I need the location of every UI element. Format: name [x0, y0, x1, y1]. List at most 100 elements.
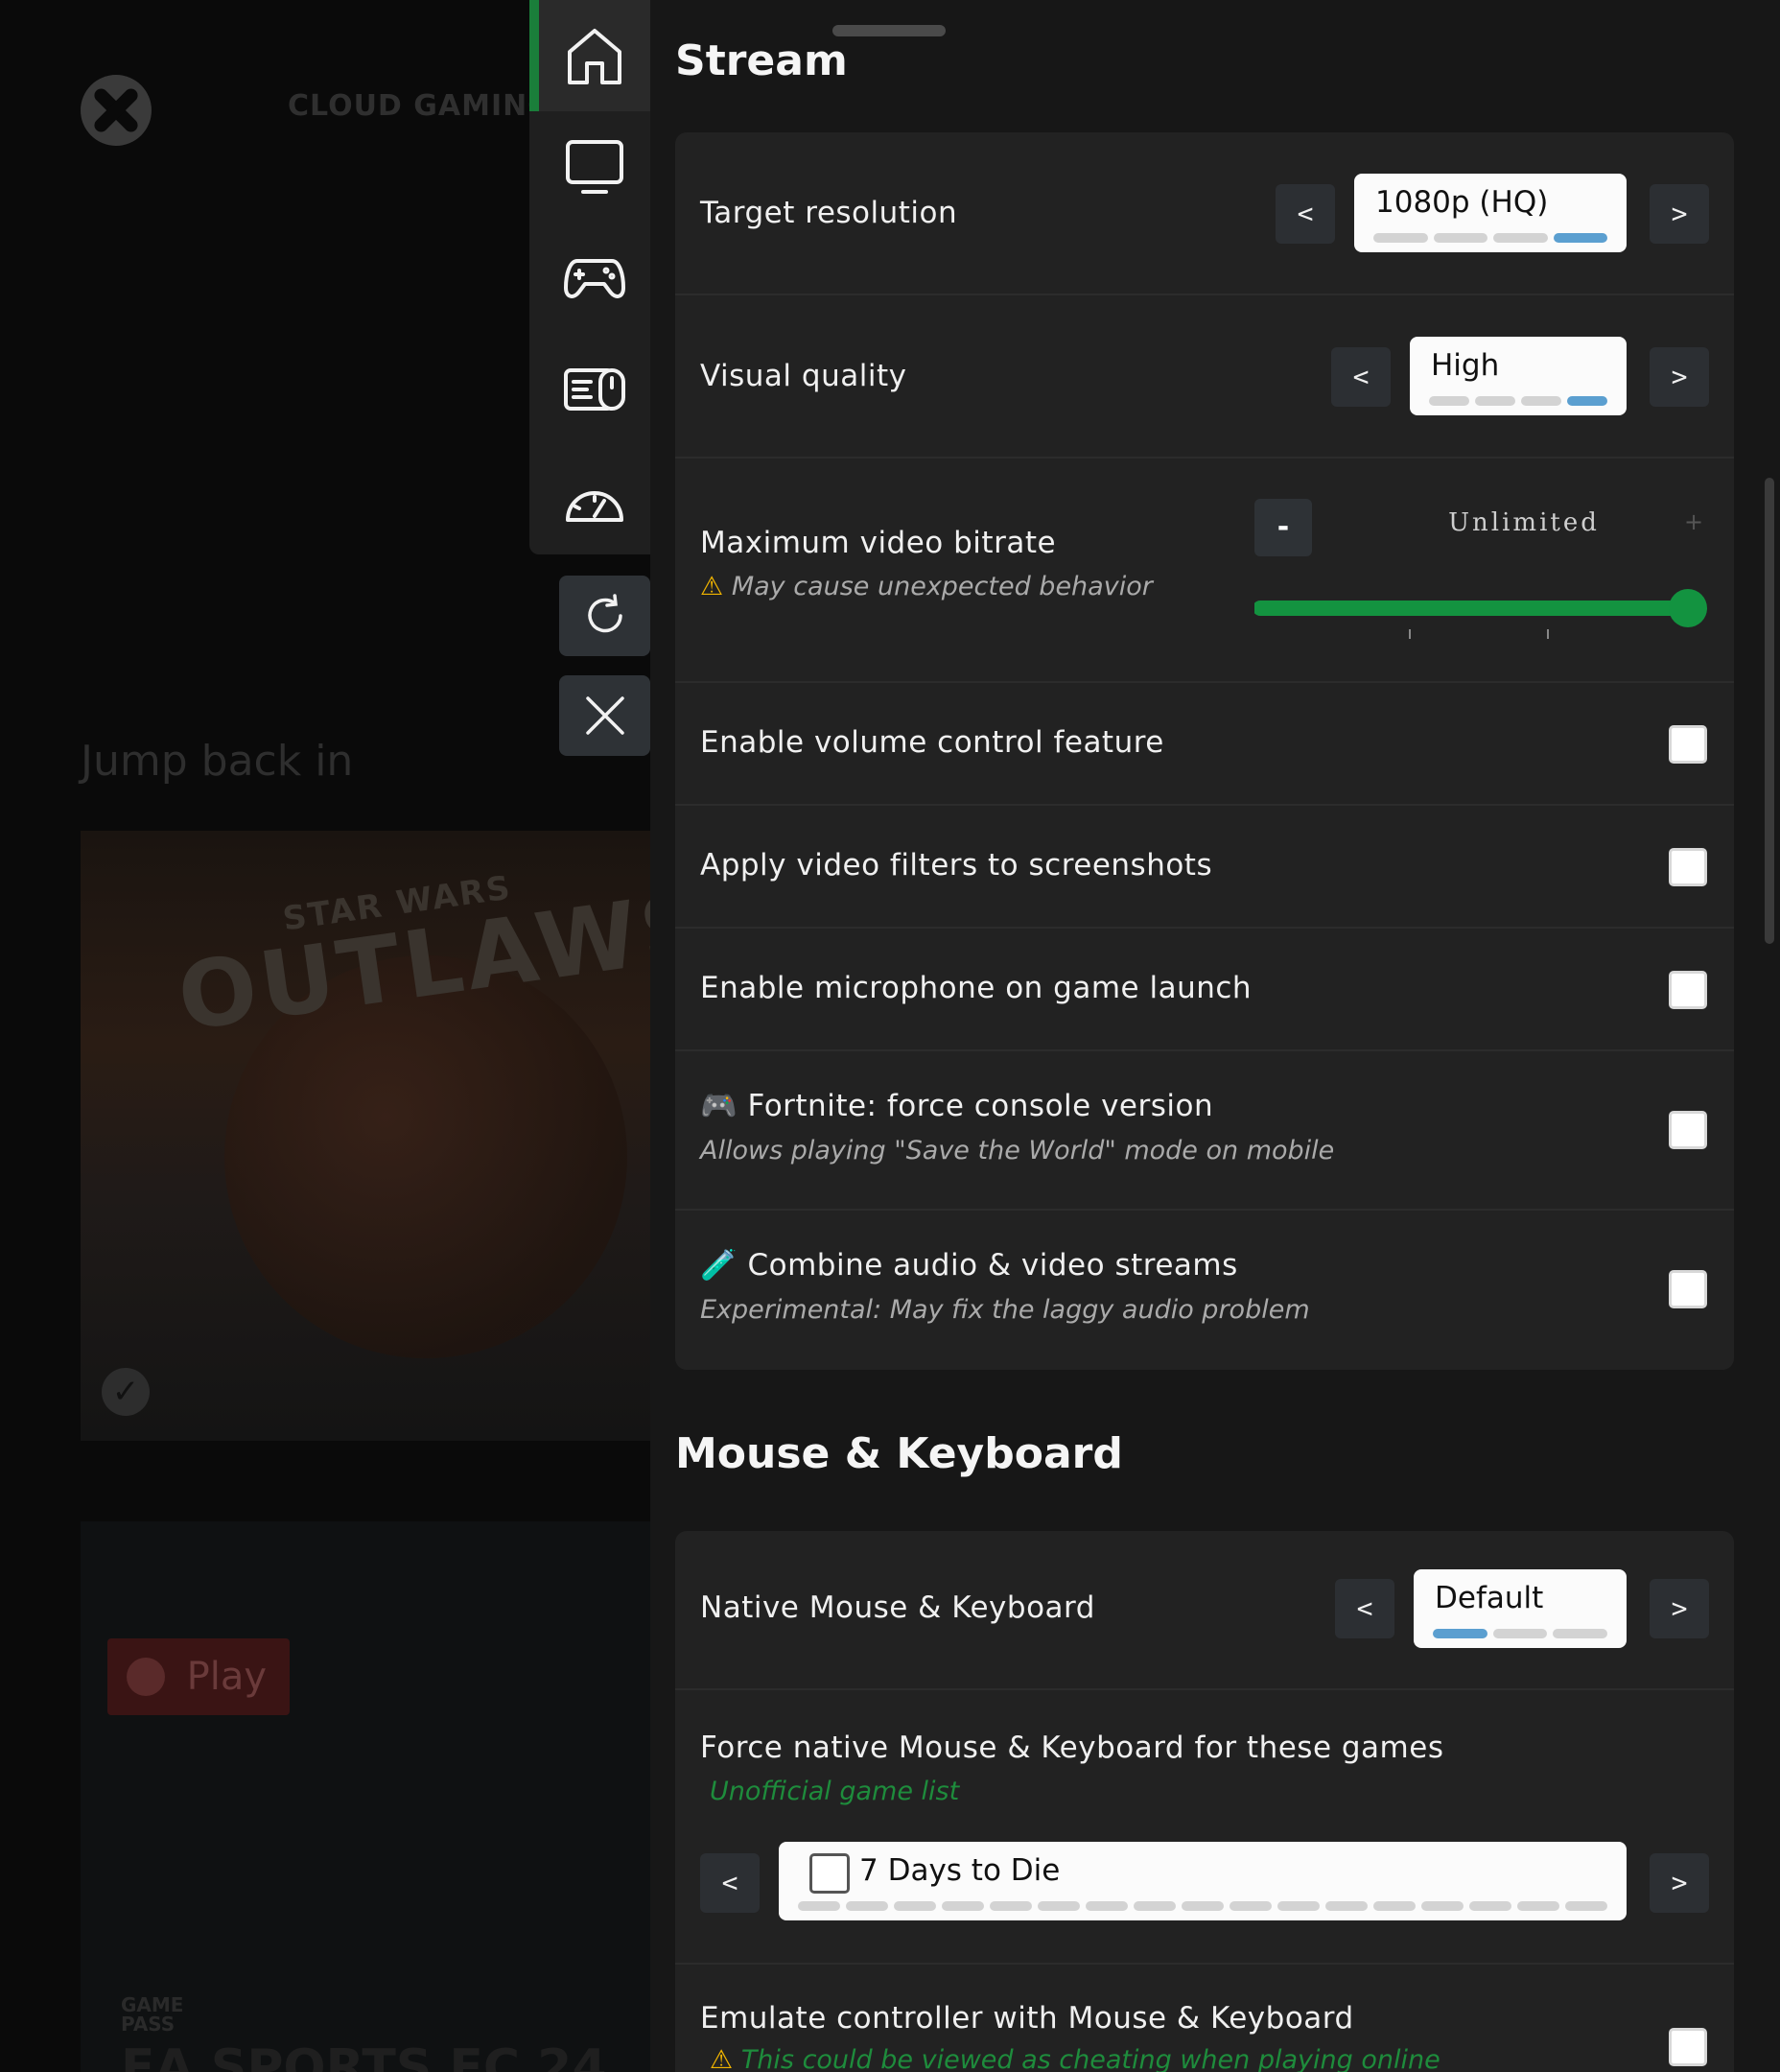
emulate-controller-checkbox[interactable]: [1669, 2028, 1707, 2066]
game-checkbox[interactable]: [809, 1853, 850, 1894]
setting-label-text: Fortnite: force console version: [747, 1089, 1214, 1123]
app-title: CLOUD GAMING: [288, 89, 552, 123]
setting-visual-quality: Visual quality < High >: [675, 295, 1734, 459]
ea-logo-icon: [127, 1658, 165, 1696]
setting-fortnite: 🎮 Fortnite: force console version Allows…: [675, 1051, 1734, 1211]
option-bar: [798, 1901, 840, 1911]
reload-icon: [587, 594, 622, 633]
bitrate-slider[interactable]: [1254, 589, 1715, 643]
setting-label: Force native Mouse & Keyboard for these …: [700, 1731, 1444, 1765]
setting-description: Experimental: May fix the laggy audio pr…: [700, 1295, 1310, 1325]
setting-description: Allows playing "Save the World" mode on …: [700, 1136, 1335, 1166]
game-card-star-wars-outlaws[interactable]: STAR WARS OUTLAWS ✓: [81, 831, 650, 1441]
setting-force-native-mkb: Force native Mouse & Keyboard for these …: [675, 1690, 1734, 1965]
xbox-logo-icon: [81, 75, 152, 146]
option-bar-selected: [1553, 233, 1607, 243]
combine-streams-checkbox[interactable]: [1669, 1270, 1707, 1308]
option-indicator: [1433, 1629, 1608, 1638]
warning-message: May cause unexpected behavior: [731, 572, 1153, 601]
video-filters-checkbox[interactable]: [1669, 848, 1707, 886]
game-title: EA SPORTS FC 24: [121, 2039, 607, 2072]
reload-button[interactable]: [559, 576, 650, 656]
bitrate-value: Unlimited: [1448, 508, 1600, 537]
setting-emulate-controller: Emulate controller with Mouse & Keyboard…: [675, 1965, 1734, 2072]
keyboard-mouse-icon[interactable]: [562, 357, 627, 422]
scrollbar[interactable]: [1765, 478, 1774, 944]
fortnite-checkbox[interactable]: [1669, 1111, 1707, 1149]
unofficial-game-list-link[interactable]: Unofficial game list: [710, 1777, 959, 1806]
option-bar: [1493, 233, 1548, 243]
select-value: 1080p (HQ): [1375, 185, 1549, 220]
monitor-icon[interactable]: [562, 134, 627, 200]
test-tube-emoji-icon: 🧪: [700, 1248, 738, 1283]
option-bar: [1521, 396, 1561, 406]
select-value: High: [1431, 348, 1500, 383]
next-button[interactable]: >: [1650, 347, 1709, 407]
setting-label: Visual quality: [700, 359, 907, 393]
option-bar: [1373, 233, 1428, 243]
decrease-button[interactable]: -: [1254, 499, 1312, 556]
speedometer-icon[interactable]: [562, 468, 627, 533]
prev-button[interactable]: <: [1335, 1579, 1394, 1638]
option-bar: [1086, 1901, 1128, 1911]
option-bar: [1469, 1901, 1511, 1911]
installed-check-icon: ✓: [102, 1368, 150, 1416]
setting-label: Native Mouse & Keyboard: [700, 1590, 1095, 1625]
setting-label: Target resolution: [700, 196, 958, 230]
option-bar: [1038, 1901, 1080, 1911]
option-bar: [1182, 1901, 1224, 1911]
next-button[interactable]: >: [1650, 1853, 1709, 1913]
option-bar: [1517, 1901, 1559, 1911]
option-indicator: [1373, 233, 1607, 243]
setting-microphone: Enable microphone on game launch: [675, 929, 1734, 1051]
home-icon[interactable]: [562, 23, 627, 88]
slider-thumb[interactable]: [1669, 589, 1707, 627]
resolution-select[interactable]: 1080p (HQ): [1354, 174, 1627, 252]
option-bar: [1429, 396, 1469, 406]
close-button[interactable]: [559, 675, 650, 756]
section-title-stream: Stream: [675, 36, 848, 85]
setting-video-filters: Apply video filters to screenshots: [675, 806, 1734, 929]
setting-max-bitrate: Maximum video bitrate ⚠ May cause unexpe…: [675, 459, 1734, 683]
microphone-checkbox[interactable]: [1669, 971, 1707, 1009]
option-bar: [1134, 1901, 1176, 1911]
prev-button[interactable]: <: [1276, 184, 1335, 244]
select-value: Default: [1435, 1581, 1544, 1615]
prev-button[interactable]: <: [1331, 347, 1391, 407]
option-bar: [1421, 1901, 1464, 1911]
game-list-select[interactable]: 7 Days to Die: [779, 1842, 1627, 1920]
prev-button[interactable]: <: [700, 1853, 760, 1913]
option-bar-selected: [1567, 396, 1607, 406]
ea-play-badge: Play: [107, 1638, 290, 1715]
gamepass-line1: GAME: [121, 1993, 184, 2016]
setting-label: 🧪 Combine audio & video streams: [700, 1247, 1238, 1283]
drag-handle[interactable]: [832, 25, 946, 36]
controller-icon[interactable]: [562, 246, 627, 311]
setting-label: Apply video filters to screenshots: [700, 848, 1213, 883]
next-button[interactable]: >: [1650, 1579, 1709, 1638]
setting-label-text: Combine audio & video streams: [747, 1248, 1238, 1283]
warning-text: ⚠ May cause unexpected behavior: [700, 572, 1153, 601]
warning-icon: ⚠: [710, 2045, 734, 2072]
native-mkb-select[interactable]: Default: [1414, 1569, 1627, 1648]
next-button[interactable]: >: [1650, 184, 1709, 244]
option-bar: [942, 1901, 984, 1911]
volume-control-checkbox[interactable]: [1669, 725, 1707, 764]
warning-message: This could be viewed as cheating when pl…: [740, 2045, 1440, 2072]
increase-button[interactable]: +: [1684, 508, 1703, 535]
stream-settings-card: Target resolution < 1080p (HQ) > Visual …: [675, 132, 1734, 1370]
mkb-settings-card: Native Mouse & Keyboard < Default > Forc…: [675, 1531, 1734, 2072]
ea-play-label: Play: [186, 1655, 267, 1699]
option-bar: [1475, 396, 1515, 406]
close-icon: [585, 696, 624, 735]
option-indicator: [1429, 396, 1607, 406]
game-card-ea[interactable]: Play GAME PASS EA SPORTS FC 24: [81, 1521, 650, 2072]
quality-select[interactable]: High: [1410, 337, 1627, 415]
setting-target-resolution: Target resolution < 1080p (HQ) >: [675, 132, 1734, 295]
option-bar: [846, 1901, 888, 1911]
setting-label: Enable microphone on game launch: [700, 971, 1253, 1005]
gamepass-badge: GAME PASS: [121, 1995, 183, 2034]
section-label: Jump back in: [81, 737, 354, 786]
settings-nav: [529, 0, 650, 554]
option-bar: [990, 1901, 1032, 1911]
